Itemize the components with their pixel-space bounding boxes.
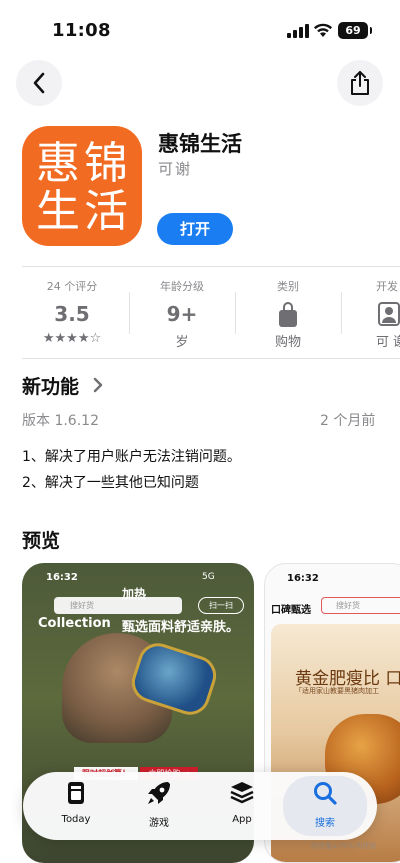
developer-value: 可 谢 bbox=[376, 335, 400, 350]
open-button[interactable]: 打开 bbox=[157, 213, 233, 245]
divider bbox=[235, 292, 236, 334]
whats-new-title[interactable]: 新功能 bbox=[22, 372, 79, 399]
app-icon-char: 锦 bbox=[84, 138, 128, 189]
screenshot-search: 搜好货 bbox=[321, 597, 400, 614]
version-text: 版本 1.6.12 bbox=[22, 413, 99, 429]
divider bbox=[22, 358, 400, 359]
tab-search[interactable]: 搜索 bbox=[283, 776, 367, 836]
share-icon bbox=[351, 71, 369, 95]
app-icon-char: 生 bbox=[36, 186, 80, 237]
app-icon-char: 活 bbox=[84, 186, 128, 237]
chevron-right-icon[interactable] bbox=[92, 377, 104, 393]
status-time: 11:08 bbox=[52, 20, 111, 41]
age-value: 9+ bbox=[166, 302, 198, 326]
app-icon-char: 惠 bbox=[36, 138, 80, 189]
screenshot-network: 5G bbox=[202, 572, 215, 582]
apps-stack-icon bbox=[230, 782, 254, 804]
tab-bar: Today 游戏 App 搜索 bbox=[23, 772, 377, 840]
chevron-left-icon bbox=[33, 72, 45, 94]
app-icon: 惠 锦 生 活 bbox=[22, 126, 142, 246]
developer-label: 开发 bbox=[376, 280, 398, 293]
status-bar: 11:08 69 bbox=[0, 0, 400, 56]
tab-label: 搜索 bbox=[315, 818, 335, 829]
tab-label: App bbox=[232, 814, 252, 825]
tab-today[interactable]: Today bbox=[41, 780, 111, 825]
release-date: 2 个月前 bbox=[320, 413, 376, 429]
rocket-icon bbox=[148, 782, 170, 804]
developer-info[interactable]: 开发 可 谢 bbox=[346, 278, 400, 350]
banner-subtitle: 「适用家山教要黑猪肉加工 bbox=[295, 687, 379, 695]
person-icon bbox=[378, 302, 400, 326]
screenshot-tagline: 甄选面料舒适亲肤。 bbox=[122, 620, 240, 635]
tab-apps[interactable]: App bbox=[207, 780, 277, 825]
age-info[interactable]: 年龄分级 9+ 岁 bbox=[132, 278, 232, 350]
tab-label: Today bbox=[61, 814, 91, 825]
ratings-info[interactable]: 24 个评分 3.5 ★★★★☆ bbox=[22, 278, 122, 346]
battery-indicator: 69 bbox=[338, 22, 372, 39]
screenshot-time: 16:32 bbox=[46, 572, 78, 583]
app-name: 惠锦生活 bbox=[158, 132, 242, 156]
category-info[interactable]: 类别 购物 bbox=[238, 278, 338, 350]
tab-games[interactable]: 游戏 bbox=[124, 780, 194, 829]
release-note: 2、解决了一些其他已知问题 bbox=[22, 475, 199, 491]
preview-title: 预览 bbox=[22, 530, 61, 552]
back-button[interactable] bbox=[16, 60, 62, 106]
developer-name[interactable]: 可谢 bbox=[158, 158, 192, 179]
wifi-icon bbox=[314, 23, 332, 37]
shopping-bag-icon bbox=[279, 302, 297, 327]
screenshot-time: 16:32 bbox=[287, 573, 319, 584]
star-rating: ★★★★☆ bbox=[42, 331, 102, 346]
banner-footer: 肉含量≥75%·肉质紧 bbox=[311, 842, 377, 850]
share-button[interactable] bbox=[337, 60, 383, 106]
screenshot-collection: Collection bbox=[38, 616, 111, 631]
release-note: 1、解决了用户账户无法注销问题。 bbox=[22, 449, 241, 465]
search-icon bbox=[314, 782, 337, 805]
ratings-label: 24 个评分 bbox=[46, 280, 98, 293]
screenshot-scan: 扫一扫 bbox=[198, 597, 244, 614]
divider bbox=[22, 266, 400, 267]
tab-label: 游戏 bbox=[149, 818, 169, 829]
screenshot-heading: 口碑甄选 bbox=[271, 605, 311, 616]
age-label: 年龄分级 bbox=[160, 280, 204, 293]
divider bbox=[129, 292, 130, 334]
today-icon bbox=[68, 782, 84, 804]
category-value: 购物 bbox=[274, 335, 301, 350]
cellular-signal-icon bbox=[287, 24, 309, 38]
divider bbox=[341, 292, 342, 334]
age-unit: 岁 bbox=[175, 335, 189, 350]
category-label: 类别 bbox=[277, 280, 299, 293]
rating-value: 3.5 bbox=[54, 302, 90, 326]
screenshot-search: 搜好货 bbox=[54, 597, 182, 614]
